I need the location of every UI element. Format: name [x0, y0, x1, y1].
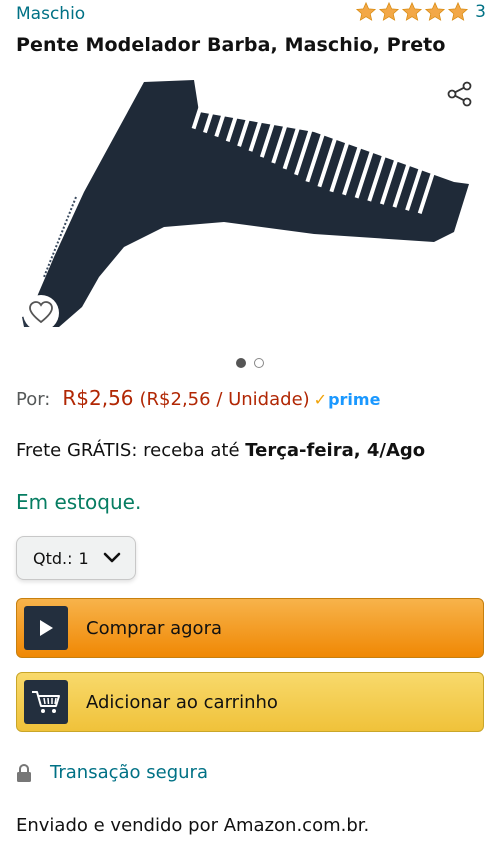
quantity-label: Qtd.: — [33, 548, 73, 568]
price-value: R$2,56 — [62, 386, 134, 410]
product-image[interactable] — [14, 72, 484, 337]
price-row: Por: R$2,56 (R$2,56 / Unidade) ✓ prime — [16, 386, 380, 410]
brand-link[interactable]: Maschio — [16, 4, 85, 24]
buy-now-button[interactable]: Comprar agora — [16, 598, 484, 658]
prime-badge: ✓ prime — [314, 390, 381, 409]
star-icon — [356, 1, 377, 21]
play-icon — [24, 606, 68, 650]
product-title: Pente Modelador Barba, Maschio, Preto — [16, 34, 446, 56]
price-label: Por: — [16, 389, 51, 410]
stock-status: Em estoque. — [16, 490, 142, 514]
delivery-info: Frete GRÁTIS: receba até Terça-feira, 4/… — [16, 440, 425, 461]
delivery-date: Terça-feira, 4/Ago — [245, 440, 426, 461]
quantity-value: 1 — [78, 548, 89, 568]
unit-price: (R$2,56 / Unidade) — [139, 389, 310, 410]
star-icon — [402, 1, 423, 21]
prime-check-icon: ✓ — [313, 390, 328, 409]
star-icon — [448, 1, 469, 21]
star-rating — [355, 1, 469, 23]
share-icon[interactable] — [446, 80, 474, 108]
quantity-dropdown[interactable]: Qtd.: 1 — [16, 536, 136, 580]
prime-label: prime — [328, 390, 381, 409]
star-icon — [425, 1, 446, 21]
secure-transaction-label[interactable]: Transação segura — [50, 762, 208, 783]
add-to-cart-label: Adicionar ao carrinho — [86, 691, 278, 713]
cart-icon — [24, 680, 68, 724]
image-carousel-dots — [0, 358, 500, 368]
carousel-dot-active[interactable] — [236, 358, 246, 368]
chevron-down-icon — [103, 552, 120, 563]
sold-by-text: Enviado e vendido por Amazon.com.br. — [16, 815, 370, 836]
carousel-dot[interactable] — [254, 358, 264, 368]
add-to-cart-button[interactable]: Adicionar ao carrinho — [16, 672, 484, 732]
lock-icon — [17, 763, 31, 782]
secure-transaction-link[interactable]: Transação segura — [16, 762, 208, 783]
heart-icon[interactable] — [22, 294, 60, 332]
delivery-prefix: Frete GRÁTIS: receba até — [16, 440, 246, 461]
star-icon — [379, 1, 400, 21]
rating-count[interactable]: 3 — [475, 2, 486, 22]
buy-now-label: Comprar agora — [86, 617, 222, 639]
rating[interactable]: 3 — [355, 1, 486, 23]
